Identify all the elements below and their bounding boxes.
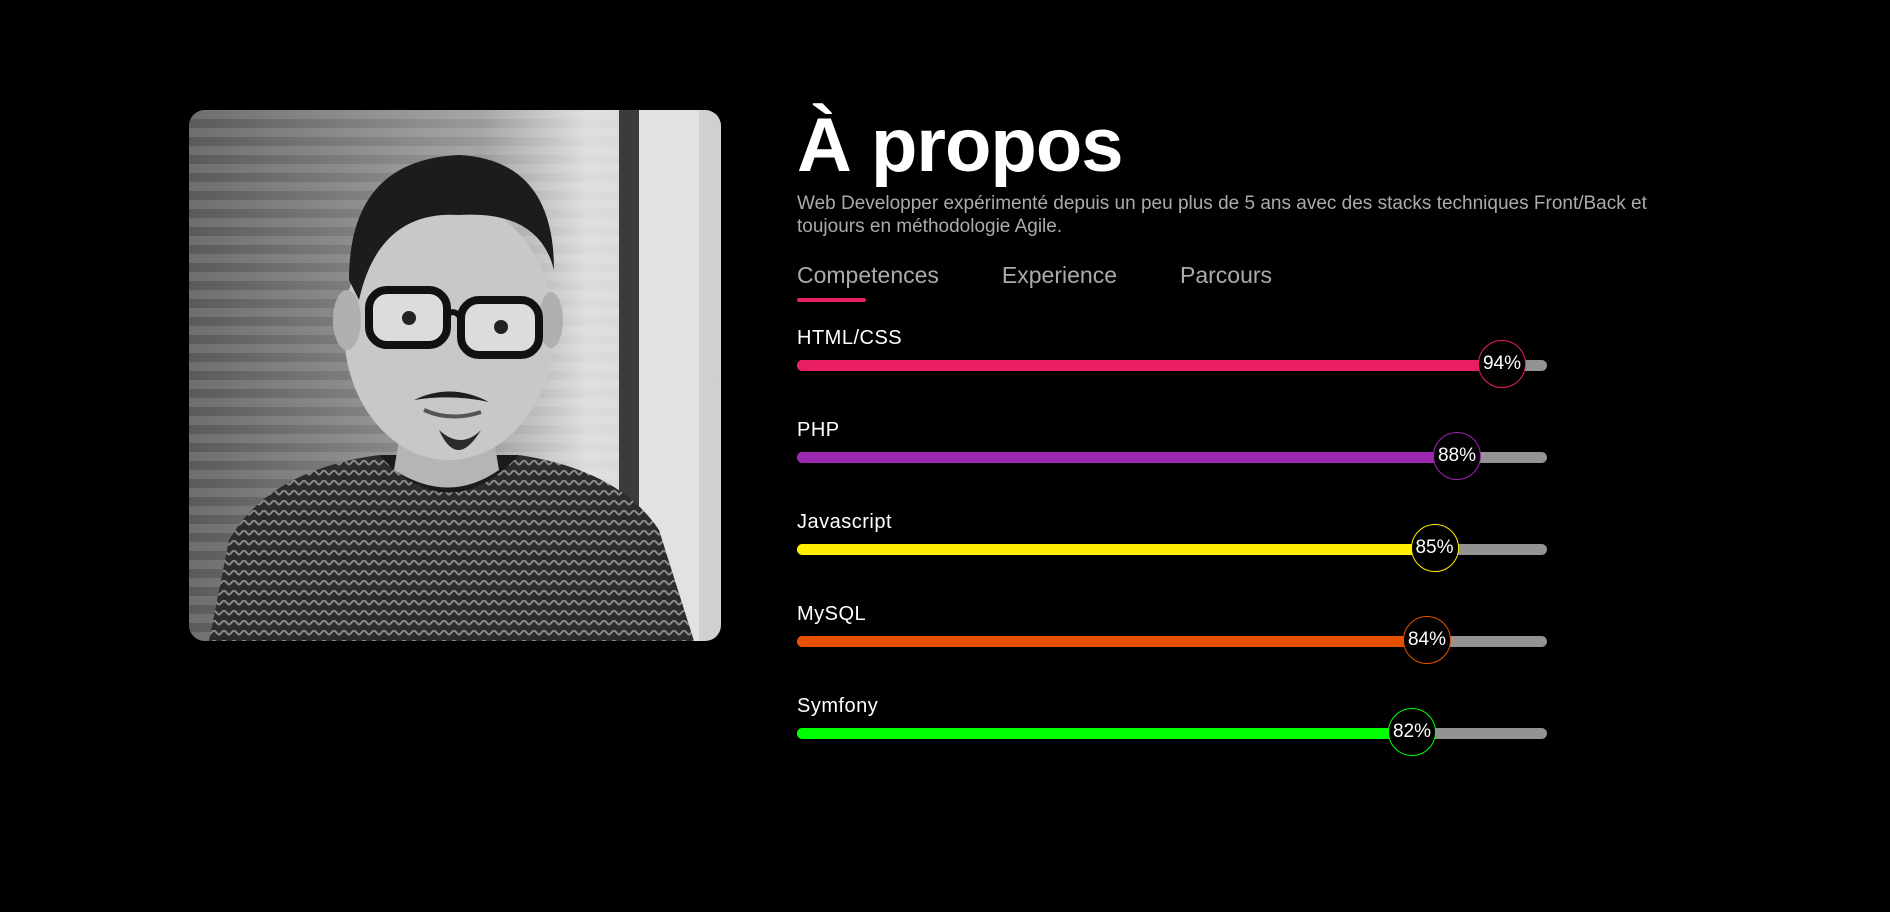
skill-name: HTML/CSS [797,327,903,349]
skill-row: Javascript 85% [797,510,1757,602]
skill-percent-badge: 82% [1388,708,1436,756]
skill-progress-track: 82% [797,708,1547,756]
tab-bar: Competences Experience Parcours [797,262,1757,302]
page-title: À propos [797,103,1124,188]
skill-progress-track: 85% [797,524,1547,572]
about-description: Web Developper expérimenté depuis un peu… [797,193,1647,237]
profile-photo [189,110,721,641]
tab-competences[interactable]: Competences [797,262,939,302]
page: À propos Web Developper expérimenté depu… [0,0,1890,912]
skill-percent-badge: 88% [1433,432,1481,480]
about-section: À propos Web Developper expérimenté depu… [797,108,1757,786]
skills-list: HTML/CSS 94% PHP 88% Javascript 85% MySQL 84% Sy… [797,326,1757,786]
skill-progress-track: 94% [797,340,1547,388]
skill-row: MySQL 84% [797,602,1757,694]
skill-row: HTML/CSS 94% [797,326,1757,418]
skill-progress-fill [797,544,1435,555]
skill-row: PHP 88% [797,418,1757,510]
skill-name: Javascript [797,511,893,533]
skill-name: MySQL [797,603,867,625]
skill-percent-badge: 85% [1410,524,1459,572]
skill-progress-fill [797,452,1457,463]
skill-row: Symfony 82% [797,694,1757,786]
skill-percent-badge: 84% [1403,616,1451,664]
skill-name: PHP [797,419,840,441]
tab-experience[interactable]: Experience [1002,262,1117,302]
skill-progress-fill [797,728,1412,739]
skill-progress-track: 88% [797,432,1547,480]
skill-name: Symfony [797,695,879,717]
skill-percent-badge: 94% [1478,340,1526,388]
skill-progress-fill [797,360,1502,371]
tab-parcours[interactable]: Parcours [1180,262,1272,302]
skill-progress-track: 84% [797,616,1547,664]
skill-progress-fill [797,636,1427,647]
